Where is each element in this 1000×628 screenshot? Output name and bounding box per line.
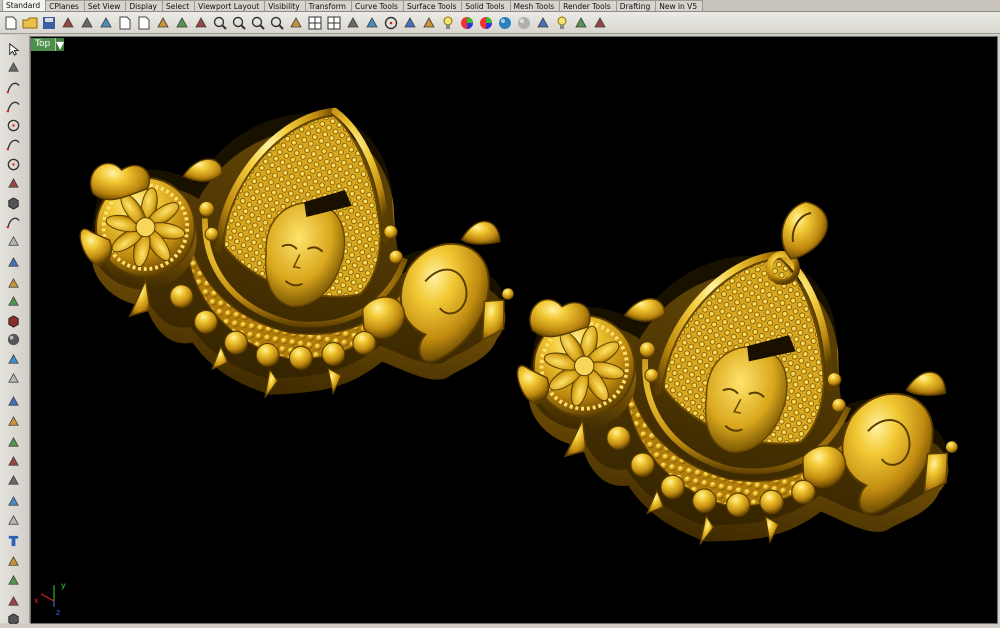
arc-icon[interactable]	[5, 136, 22, 153]
light-icon[interactable]	[439, 14, 456, 32]
explode-icon[interactable]	[5, 493, 22, 510]
tab-cplanes[interactable]: CPlanes	[45, 0, 85, 11]
zoom-selected-icon[interactable]	[268, 14, 285, 32]
viewport-title[interactable]: Top ▾	[31, 36, 65, 54]
gumball-icon[interactable]	[5, 393, 22, 410]
tab-viewport-layout[interactable]: Viewport Layout	[194, 0, 266, 11]
tab-solid-tools[interactable]: Solid Tools	[461, 0, 511, 11]
axis-y-label: y	[61, 581, 66, 590]
options-icon[interactable]	[572, 14, 589, 32]
boolean-icon[interactable]	[5, 434, 22, 451]
lock-icon[interactable]	[401, 14, 418, 32]
fillet-icon[interactable]	[5, 233, 22, 250]
pendant-right[interactable]	[490, 201, 989, 593]
render-scene: y x z	[34, 37, 998, 617]
polyline-icon[interactable]	[5, 79, 22, 96]
axis-z-label: z	[56, 608, 60, 617]
tab-surface-tools[interactable]: Surface Tools	[402, 0, 463, 11]
cplane-icon[interactable]	[591, 14, 608, 32]
viewport-name[interactable]: Top	[31, 38, 56, 51]
copy-icon[interactable]	[116, 14, 133, 32]
shaded-sphere-icon[interactable]	[515, 14, 532, 32]
split-icon[interactable]	[5, 453, 22, 470]
axis-x-label: x	[34, 596, 39, 605]
circle-tool-icon[interactable]	[5, 117, 22, 134]
top-viewport[interactable]: Top ▾ y x z	[30, 36, 998, 624]
zoom-icon[interactable]	[211, 14, 228, 32]
tab-mesh-tools[interactable]: Mesh Tools	[509, 0, 561, 11]
tab-transform[interactable]: Transform	[304, 0, 352, 11]
tab-visibility[interactable]: Visibility	[264, 0, 306, 11]
tab-curve-tools[interactable]: Curve Tools	[350, 0, 404, 11]
paste-icon[interactable]	[135, 14, 152, 32]
tab-render-tools[interactable]: Render Tools	[559, 0, 617, 11]
status-bar	[0, 624, 1000, 628]
left-toolbar	[0, 35, 30, 626]
array-icon[interactable]	[5, 553, 22, 570]
color-icon[interactable]	[458, 14, 475, 32]
import-icon[interactable]	[78, 14, 95, 32]
chevron-down-icon: ▾	[56, 36, 65, 54]
pendant-left[interactable]	[58, 71, 540, 437]
extrude-icon[interactable]	[5, 275, 22, 292]
save-icon[interactable]	[40, 14, 57, 32]
tab-new-in-v5[interactable]: New in V5	[655, 0, 704, 11]
join-icon[interactable]	[5, 472, 22, 489]
curve-icon[interactable]	[5, 98, 22, 115]
polygon-icon[interactable]	[5, 175, 22, 192]
viewport-menu-dropdown[interactable]: ▾	[55, 36, 65, 54]
zoom-extents-icon[interactable]	[249, 14, 266, 32]
spotlight-icon[interactable]	[553, 14, 570, 32]
tab-select[interactable]: Select	[162, 0, 196, 11]
material-icon[interactable]	[477, 14, 494, 32]
point-icon[interactable]	[5, 59, 22, 76]
toolbar-tab-strip: Standard CPlanes Set View Display Select View…	[0, 0, 1000, 12]
render-icon[interactable]	[534, 14, 551, 32]
new-file-icon[interactable]	[2, 14, 19, 32]
open-icon[interactable]	[21, 14, 38, 32]
cut-icon[interactable]	[97, 14, 114, 32]
group-icon[interactable]	[5, 572, 22, 589]
axis-indicator: y x z	[34, 581, 66, 617]
rotate-icon[interactable]	[192, 14, 209, 32]
tab-standard[interactable]: Standard	[2, 0, 47, 11]
pointer-icon[interactable]	[5, 41, 22, 58]
select-car-icon[interactable]	[344, 14, 361, 32]
move-icon[interactable]	[5, 413, 22, 430]
text-icon[interactable]	[5, 532, 22, 549]
print-icon[interactable]	[59, 14, 76, 32]
surface-icon[interactable]	[5, 254, 22, 271]
four-view-icon[interactable]	[306, 14, 323, 32]
free-curve-icon[interactable]	[5, 214, 22, 231]
tab-set-view[interactable]: Set View	[83, 0, 127, 11]
cylinder-icon[interactable]	[5, 351, 22, 368]
select-icon[interactable]	[363, 14, 380, 32]
box-icon[interactable]	[5, 313, 22, 330]
pan-icon[interactable]	[173, 14, 190, 32]
undo-icon[interactable]	[154, 14, 171, 32]
tab-display[interactable]: Display	[125, 0, 163, 11]
circle-icon[interactable]	[382, 14, 399, 32]
undo-view-icon[interactable]	[287, 14, 304, 32]
render-sphere-icon[interactable]	[496, 14, 513, 32]
sphere-icon[interactable]	[5, 331, 22, 348]
tab-drafting[interactable]: Drafting	[615, 0, 657, 11]
trim-icon[interactable]	[5, 512, 22, 529]
rectangle-icon[interactable]	[5, 195, 22, 212]
revolve-icon[interactable]	[5, 293, 22, 310]
ellipse-icon[interactable]	[5, 156, 22, 173]
rhino-window: Standard CPlanes Set View Display Select View…	[0, 0, 1000, 628]
grid-icon[interactable]	[325, 14, 342, 32]
mesh-icon[interactable]	[5, 370, 22, 387]
layer-icon[interactable]	[5, 593, 22, 610]
zoom-window-icon[interactable]	[230, 14, 247, 32]
hide-icon[interactable]	[420, 14, 437, 32]
standard-toolbar	[0, 12, 1000, 34]
